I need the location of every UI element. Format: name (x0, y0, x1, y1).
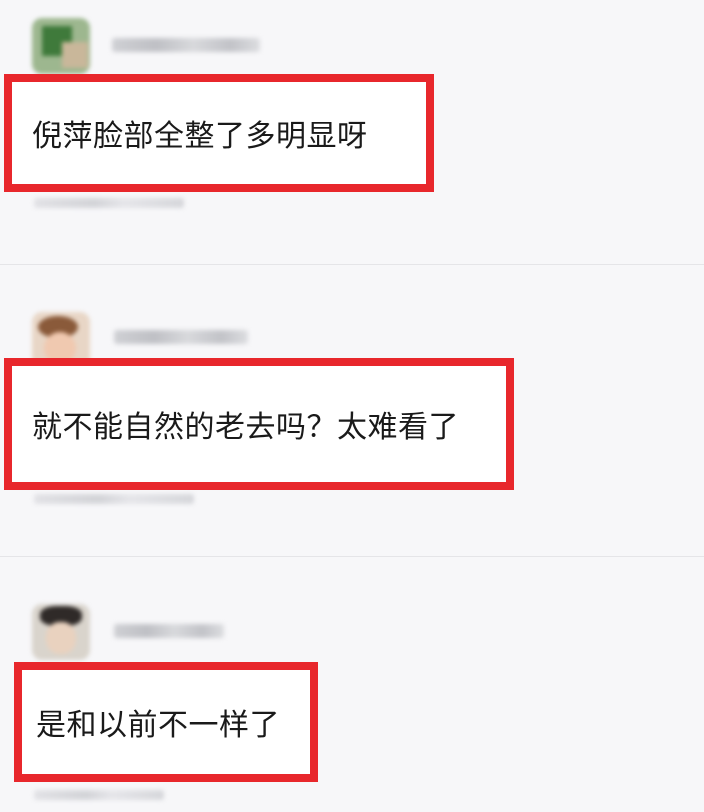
comment-text: 倪萍脸部全整了多明显呀 (32, 119, 368, 154)
username-blurred[interactable] (114, 624, 224, 638)
avatar[interactable] (32, 604, 90, 660)
avatar[interactable] (32, 18, 90, 74)
comment-meta-blurred (34, 790, 164, 800)
username-blurred[interactable] (114, 330, 248, 344)
divider (0, 264, 704, 265)
comment-meta-blurred (34, 494, 194, 504)
comment-text: 就不能自然的老去吗？太难看了 (32, 410, 459, 445)
divider (0, 556, 704, 557)
comment-highlight-box: 是和以前不一样了 (14, 662, 318, 782)
comment-highlight-box: 就不能自然的老去吗？太难看了 (4, 358, 514, 490)
comment-text: 是和以前不一样了 (36, 708, 280, 743)
username-blurred[interactable] (112, 38, 260, 52)
comment-meta-blurred (34, 198, 184, 208)
comment-highlight-box: 倪萍脸部全整了多明显呀 (4, 74, 434, 192)
